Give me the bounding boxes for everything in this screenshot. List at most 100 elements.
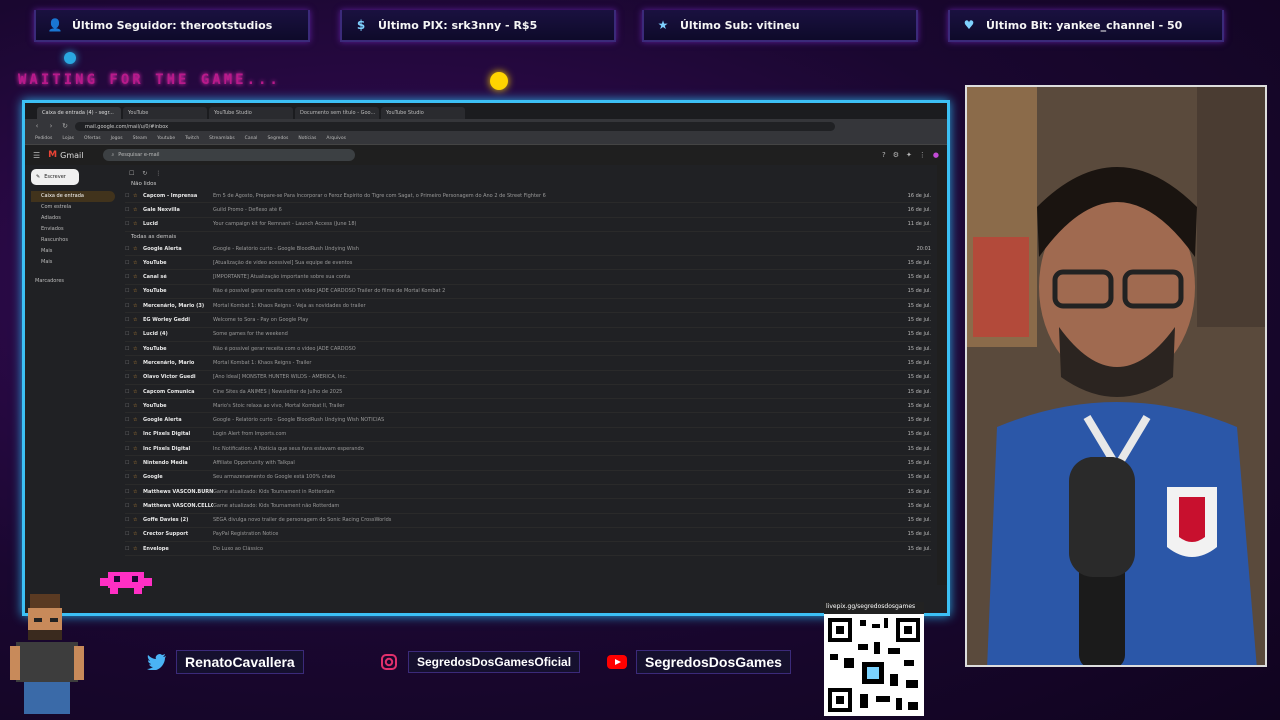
table-row[interactable]: ☐ ☆ Goffe Davies (2) SEGA divulga novo trai…	[125, 514, 931, 528]
table-row[interactable]: ☐ ☆ YouTube Mario's Stoic relaxa ao vivo, M…	[125, 399, 931, 414]
star-icon[interactable]: ☆	[133, 374, 143, 380]
bookmark[interactable]: Twitch	[185, 136, 199, 141]
bookmark[interactable]: Ofertas	[84, 136, 101, 141]
row-checkbox[interactable]: ☐	[125, 531, 133, 537]
instagram-handle[interactable]: SegredosDosGamesOficial	[378, 648, 581, 676]
row-checkbox[interactable]: ☐	[125, 460, 133, 466]
sidebar-item-more-2[interactable]: Mais	[31, 257, 115, 268]
bookmark[interactable]: Jogos	[111, 136, 123, 141]
avatar[interactable]: ●	[933, 151, 939, 159]
star-icon[interactable]: ☆	[133, 360, 143, 366]
table-row[interactable]: ☐ ☆ Google Alerta Google - Relatório curto …	[125, 242, 931, 257]
row-checkbox[interactable]: ☐	[125, 503, 133, 509]
star-icon[interactable]: ☆	[133, 331, 143, 337]
star-icon[interactable]: ☆	[133, 531, 143, 537]
bookmark[interactable]: Lojas	[62, 136, 74, 141]
table-row[interactable]: ☐ ☆ Capcom - Imprensa Em 5 de Agosto, Prepa…	[125, 189, 931, 204]
row-checkbox[interactable]: ☐	[125, 417, 133, 423]
twitter-handle[interactable]: RenatoCavallera	[146, 648, 304, 676]
star-icon[interactable]: ☆	[133, 446, 143, 452]
table-row[interactable]: ☐ ☆ Matthews VASCON.CELLOS Game atualizado:…	[125, 499, 931, 514]
row-checkbox[interactable]: ☐	[125, 489, 133, 495]
row-checkbox[interactable]: ☐	[125, 360, 133, 366]
search-input[interactable]: ⌕ Pesquisar e-mail	[103, 149, 356, 161]
table-row[interactable]: ☐ ☆ Lucid (4) Some games for the weekend 15 …	[125, 328, 931, 342]
bookmark[interactable]: Streamlabs	[209, 136, 235, 141]
more-icon[interactable]: ⋮	[155, 170, 161, 177]
tab-gmail[interactable]: Caixa de entrada (4) - segr...	[37, 107, 121, 119]
table-row[interactable]: ☐ ☆ YouTube [Atualização de vídeo acessível…	[125, 256, 931, 271]
row-checkbox[interactable]: ☐	[125, 303, 133, 309]
star-icon[interactable]: ☆	[133, 417, 143, 423]
star-icon[interactable]: ☆	[133, 207, 143, 213]
sidebar-item-inbox[interactable]: Caixa de entrada	[31, 191, 115, 202]
star-icon[interactable]: ☆	[133, 431, 143, 437]
row-checkbox[interactable]: ☐	[125, 517, 133, 523]
bookmark[interactable]: Arquivos	[326, 136, 346, 141]
row-checkbox[interactable]: ☐	[125, 221, 133, 227]
row-checkbox[interactable]: ☐	[125, 374, 133, 380]
refresh-icon[interactable]: ↻	[142, 170, 147, 177]
youtube-handle[interactable]: SegredosDosGames	[606, 648, 791, 676]
table-row[interactable]: ☐ ☆ Google Seu armazenamento do Google está…	[125, 471, 931, 485]
tab-youtube-studio[interactable]: YouTube Studio	[209, 107, 293, 119]
table-row[interactable]: ☐ ☆ Mercenário, Mario (3) Mortal Kombat 1: …	[125, 299, 931, 314]
table-row[interactable]: ☐ ☆ Matthews VASCON.BURN Game atualizado: K…	[125, 485, 931, 500]
menu-icon[interactable]: ☰	[33, 151, 40, 160]
row-checkbox[interactable]: ☐	[125, 317, 133, 323]
table-row[interactable]: ☐ ☆ Envelope Do Luxo ao Clássico 15 de jul.	[125, 542, 931, 557]
row-checkbox[interactable]: ☐	[125, 288, 133, 294]
star-icon[interactable]: ☆	[133, 260, 143, 266]
tab-google-doc[interactable]: Documento sem título - Goo...	[295, 107, 379, 119]
gear-icon[interactable]: ⚙	[893, 151, 899, 159]
forward-icon[interactable]: ›	[47, 122, 55, 130]
table-row[interactable]: ☐ ☆ EG Worley Geddi Welcome to Sora - Pay o…	[125, 313, 931, 328]
table-row[interactable]: ☐ ☆ Olavo Victor Guedi [Ano Ideal] MONSTER …	[125, 371, 931, 385]
star-icon[interactable]: ☆	[133, 546, 143, 552]
star-icon[interactable]: ☆	[133, 317, 143, 323]
tab-youtube[interactable]: YouTube	[123, 107, 207, 119]
table-row[interactable]: ☐ ☆ Capcom Comunica Cine Sites da ANIMES | …	[125, 385, 931, 400]
table-row[interactable]: ☐ ☆ Inc Pixels Digital Inc Notification: A …	[125, 442, 931, 457]
star-icon[interactable]: ☆	[133, 246, 143, 252]
star-icon[interactable]: ☆	[133, 274, 143, 280]
row-checkbox[interactable]: ☐	[125, 207, 133, 213]
row-checkbox[interactable]: ☐	[125, 474, 133, 480]
table-row[interactable]: ☐ ☆ YouTube Não é possível gerar receita co…	[125, 342, 931, 357]
bookmark[interactable]: Segredos	[267, 136, 288, 141]
sparkle-icon[interactable]: ✦	[906, 151, 912, 159]
star-icon[interactable]: ☆	[133, 460, 143, 466]
url-bar[interactable]: mail.google.com/mail/u/0/#inbox	[75, 121, 835, 131]
row-checkbox[interactable]: ☐	[125, 431, 133, 437]
back-icon[interactable]: ‹	[33, 122, 41, 130]
row-checkbox[interactable]: ☐	[125, 546, 133, 552]
bookmark[interactable]: Notícias	[298, 136, 316, 141]
star-icon[interactable]: ☆	[133, 389, 143, 395]
sidebar-item-sent[interactable]: Enviados	[31, 224, 115, 235]
bookmark[interactable]: Canal	[245, 136, 258, 141]
star-icon[interactable]: ☆	[133, 221, 143, 227]
table-row[interactable]: ☐ ☆ Inc Pixels Digital Login Alert from Imp…	[125, 428, 931, 443]
sidebar-item-snoozed[interactable]: Adiados	[31, 213, 115, 224]
unread-section-heading[interactable]: Não lidos	[125, 179, 931, 189]
sidebar-item-starred[interactable]: Com estrela	[31, 202, 115, 213]
star-icon[interactable]: ☆	[133, 403, 143, 409]
star-icon[interactable]: ☆	[133, 303, 143, 309]
table-row[interactable]: ☐ ☆ Gale Nexvilla Guild Promo - Deflexo até…	[125, 203, 931, 218]
row-checkbox[interactable]: ☐	[125, 193, 133, 199]
help-icon[interactable]: ?	[882, 151, 886, 159]
star-icon[interactable]: ☆	[133, 503, 143, 509]
table-row[interactable]: ☐ ☆ Nintendo Media Affiliate Opportunity wi…	[125, 456, 931, 471]
reload-icon[interactable]: ↻	[61, 122, 69, 130]
gmail-logo[interactable]: M Gmail	[48, 150, 83, 160]
all-section-heading[interactable]: Todas as demais	[125, 232, 931, 242]
bookmark[interactable]: Steam	[133, 136, 148, 141]
star-icon[interactable]: ☆	[133, 193, 143, 199]
row-checkbox[interactable]: ☐	[125, 346, 133, 352]
row-checkbox[interactable]: ☐	[125, 260, 133, 266]
sidebar-item-drafts[interactable]: Rascunhos	[31, 235, 115, 246]
row-checkbox[interactable]: ☐	[125, 446, 133, 452]
star-icon[interactable]: ☆	[133, 517, 143, 523]
row-checkbox[interactable]: ☐	[125, 246, 133, 252]
compose-button[interactable]: ✎ Escrever	[31, 169, 79, 185]
